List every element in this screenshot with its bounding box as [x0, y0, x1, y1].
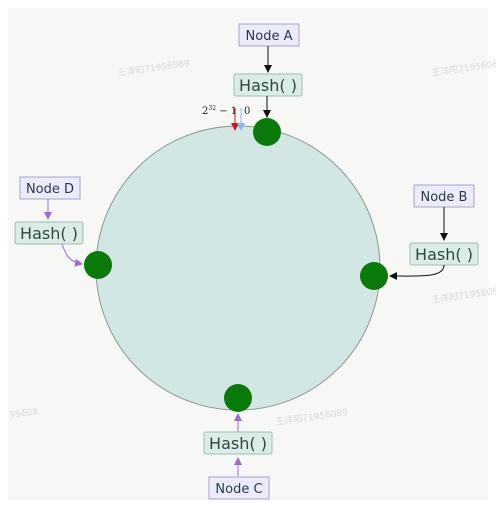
- node-c-server-dot: [224, 384, 252, 412]
- node-d-server-dot: [84, 251, 112, 279]
- node-a-label: Node A: [246, 29, 293, 44]
- consistent-hashing-diagram: 王洋阳71956089 王洋阳71956089 王洋阳71956089 王洋阳7…: [0, 0, 496, 505]
- ring-zero-label: 0: [244, 106, 250, 117]
- node-a-server-dot: [253, 118, 281, 146]
- hash-ring: [95, 125, 381, 411]
- node-d-label: Node D: [26, 182, 74, 197]
- node-b-hash-label: Hash( ): [415, 245, 473, 264]
- node-c-hash-label: Hash( ): [209, 434, 267, 453]
- node-b-label: Node B: [421, 190, 468, 205]
- diagram-canvas: 王洋阳71956089 王洋阳71956089 王洋阳71956089 王洋阳7…: [8, 8, 496, 500]
- ring-max-label: 232 − 1: [202, 105, 237, 117]
- node-b-server-dot: [360, 262, 388, 290]
- node-a-hash-label: Hash( ): [239, 76, 297, 95]
- node-d-hash-label: Hash( ): [20, 224, 78, 243]
- node-c-label: Node C: [215, 482, 262, 497]
